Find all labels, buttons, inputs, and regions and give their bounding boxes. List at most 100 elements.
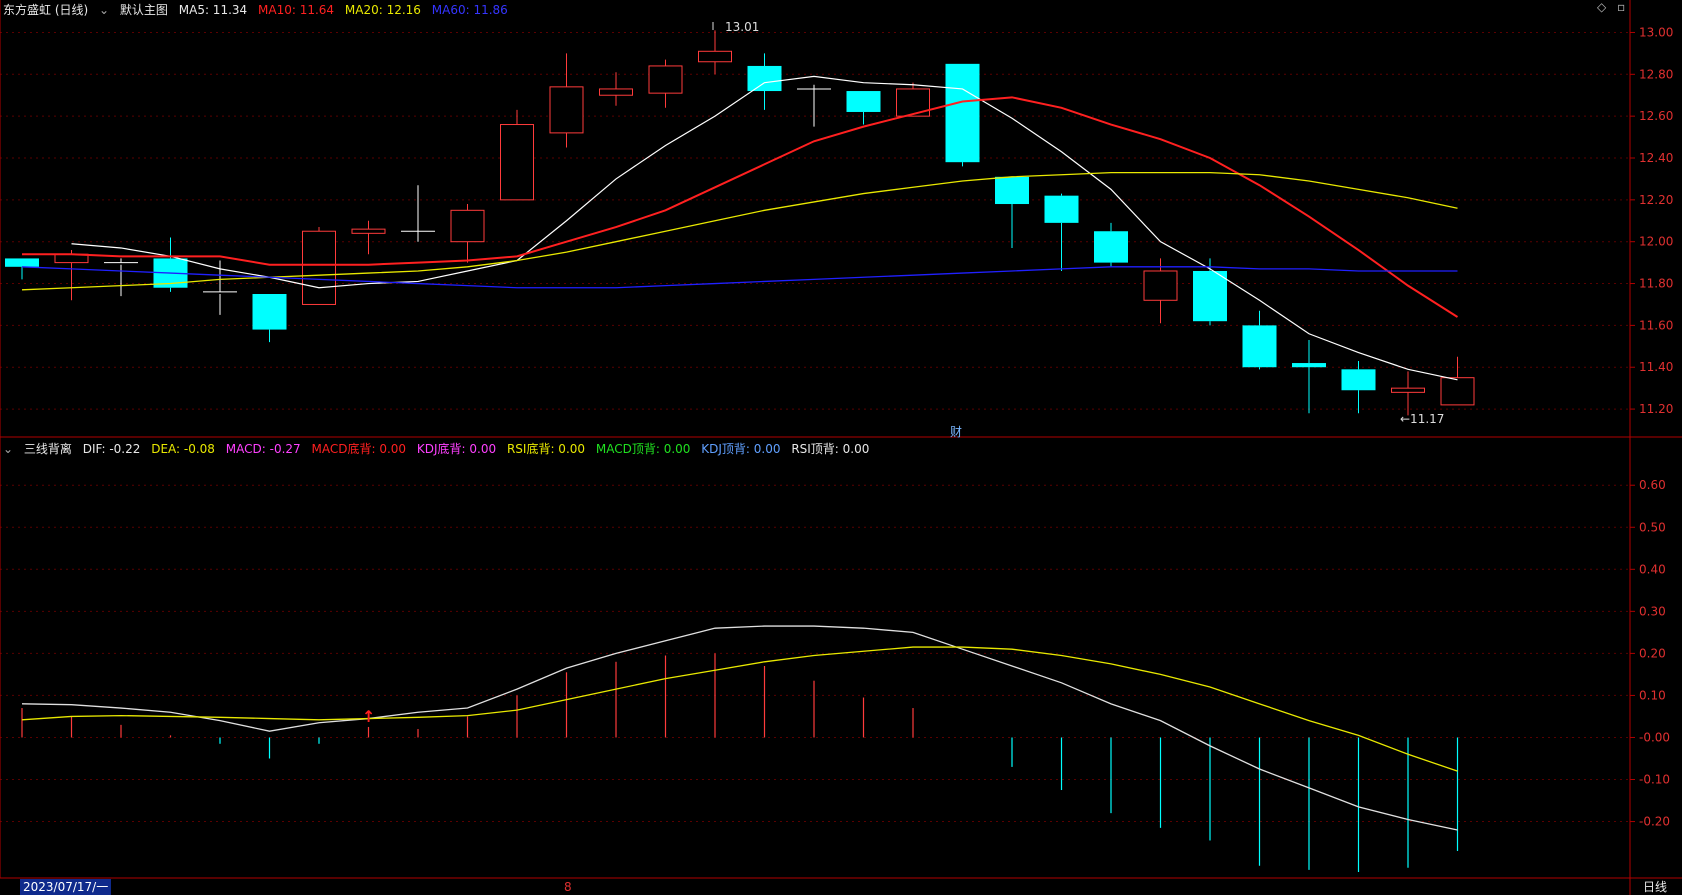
- indicator-tick-label: 0.40: [1639, 562, 1666, 576]
- candle-body: [995, 176, 1029, 205]
- macd-value: MACD: -0.27: [225, 442, 301, 456]
- candle[interactable]: [54, 250, 89, 301]
- candle[interactable]: [599, 72, 633, 106]
- chevron-down-icon[interactable]: ⌄: [99, 3, 109, 17]
- ma10-value: MA10: 11.64: [258, 3, 335, 17]
- price-tick-label: 11.80: [1639, 277, 1673, 291]
- month-mark: 8: [564, 880, 572, 894]
- chevron-down-icon[interactable]: ⌄: [3, 442, 13, 456]
- candle[interactable]: [302, 227, 336, 305]
- gridlines: [0, 31, 1630, 823]
- date-label[interactable]: 2023/07/17/一: [20, 879, 112, 895]
- candle[interactable]: [945, 63, 980, 167]
- candle[interactable]: [1440, 356, 1475, 406]
- candle[interactable]: [1094, 222, 1128, 267]
- candle-body: [302, 230, 336, 305]
- high-price-label: 13.01: [725, 20, 759, 34]
- expand-icon[interactable]: ▫: [1617, 0, 1625, 14]
- macd-top-value: MACD顶背: 0.00: [595, 442, 691, 456]
- candle-body: [1391, 387, 1425, 393]
- candle-body: [549, 86, 584, 134]
- ma20-value: MA20: 12.16: [344, 3, 421, 17]
- candle-body: [747, 65, 782, 92]
- candle-body: [500, 124, 534, 201]
- price-tick-label: 12.20: [1639, 193, 1673, 207]
- dea-value: DEA: -0.08: [151, 442, 215, 456]
- rsi-bottom-value: RSI底背: 0.00: [506, 442, 586, 456]
- indicator-lines: [21, 625, 1458, 831]
- candle[interactable]: [1391, 371, 1425, 416]
- candle-body: [1094, 231, 1128, 263]
- dif-value: DIF: -0.22: [82, 442, 141, 456]
- finance-mark[interactable]: 财: [950, 425, 962, 439]
- main-chart-label[interactable]: 默认主图: [120, 3, 168, 17]
- indicator-tick-label: -0.20: [1639, 815, 1670, 829]
- candle[interactable]: [549, 53, 584, 148]
- ma10-line: [22, 96, 1459, 318]
- price-tick-label: 11.60: [1639, 318, 1673, 332]
- candle[interactable]: [5, 258, 39, 280]
- indicator-name[interactable]: 三线背离: [24, 442, 72, 456]
- ma5-value: MA5: 11.34: [178, 3, 248, 17]
- candle-body: [450, 209, 485, 243]
- candle-body: [1440, 377, 1475, 406]
- toolbar-icons: ◇ ▫: [1597, 0, 1632, 14]
- diamond-icon[interactable]: ◇: [1597, 0, 1606, 14]
- kdj-bottom-value: KDJ底背: 0.00: [416, 442, 497, 456]
- price-tick-label: 11.40: [1639, 360, 1673, 374]
- candle[interactable]: [698, 30, 732, 75]
- indicator-tick-label: 0.20: [1639, 646, 1666, 660]
- price-tick-label: 13.00: [1639, 25, 1673, 39]
- price-tick-label: 12.80: [1639, 67, 1673, 81]
- dea-line: [21, 646, 1458, 772]
- main-chart-header: 东方盛虹 (日线) ⌄ 默认主图 MA5: 11.34 MA10: 11.64 …: [3, 1, 515, 18]
- candle[interactable]: [1292, 340, 1326, 414]
- candle-body: [945, 63, 980, 163]
- candle[interactable]: [1242, 310, 1277, 370]
- low-price-label: ←11.17: [1400, 412, 1444, 426]
- moving-average-lines: [21, 75, 1459, 381]
- indicator-tick-label: 0.50: [1639, 520, 1666, 534]
- candle[interactable]: [995, 176, 1029, 248]
- buy-arrow-icon: ↑: [362, 707, 375, 726]
- candle[interactable]: [351, 220, 386, 255]
- indicator-header: ⌄ 三线背离 DIF: -0.22 DEA: -0.08 MACD: -0.27…: [3, 440, 876, 457]
- period-label[interactable]: 日线: [1643, 879, 1667, 895]
- candle[interactable]: [648, 59, 683, 108]
- candle[interactable]: [846, 91, 881, 125]
- candle-body: [1044, 195, 1079, 223]
- price-tick-label: 12.00: [1639, 235, 1673, 249]
- candle[interactable]: [401, 185, 435, 242]
- candle-body: [1143, 270, 1178, 301]
- candle-body: [846, 91, 881, 112]
- candle[interactable]: [450, 204, 485, 263]
- ma60-value: MA60: 11.86: [431, 3, 508, 17]
- candle[interactable]: [104, 258, 138, 297]
- stock-title[interactable]: 东方盛虹 (日线): [3, 3, 88, 17]
- candle[interactable]: [1341, 360, 1376, 414]
- candle[interactable]: [500, 109, 534, 201]
- candle-body: [1292, 363, 1326, 368]
- candle-body: [1242, 325, 1277, 368]
- indicator-tick-label: 0.10: [1639, 688, 1666, 702]
- candle-body: [1341, 369, 1376, 391]
- ma60-line: [21, 266, 1458, 289]
- indicator-tick-label: -0.00: [1639, 730, 1670, 744]
- candle-body: [599, 88, 633, 96]
- candle[interactable]: [797, 84, 831, 127]
- kdj-top-value: KDJ顶背: 0.00: [701, 442, 781, 456]
- indicator-tick-label: 0.30: [1639, 604, 1666, 618]
- y-axis-ticks: 13.00 12.80 12.60 12.40 12.20 12.00 11.80 11.60…: [1630, 25, 1673, 829]
- macd-histogram[interactable]: [21, 653, 1459, 872]
- candle[interactable]: [1143, 258, 1178, 324]
- candle-body: [648, 65, 683, 94]
- indicator-tick-label: 0.60: [1639, 478, 1666, 492]
- dif-line: [21, 625, 1458, 831]
- candle-body: [5, 258, 39, 267]
- candle-body: [1193, 270, 1227, 322]
- macd-bottom-value: MACD底背: 0.00: [311, 442, 407, 456]
- candle[interactable]: [1044, 193, 1079, 271]
- candle[interactable]: [252, 294, 287, 343]
- candlestick-series[interactable]: [5, 30, 1475, 416]
- rsi-top-value: RSI顶背: 0.00: [791, 442, 870, 456]
